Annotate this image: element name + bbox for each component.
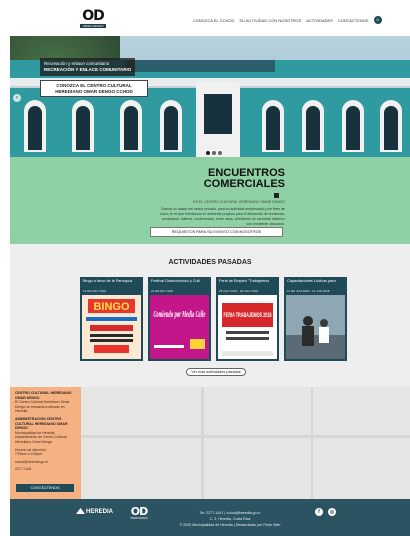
encuentros-description: Somos un aliado del sector privado, para… (160, 207, 285, 226)
hero-window (24, 100, 46, 152)
footer-copyright: © 2020 Municipalidad de Heredia | Desarr… (179, 523, 281, 527)
activities-title: ACTIVIDADES PASADAS (168, 259, 252, 266)
hero-caption-line2: RECREACIÓN Y ENLACE COMUNITARIO (44, 67, 132, 72)
footer-logo-subtitle: OMAR DENGO (130, 517, 148, 520)
main-nav: CONOZCA EL CCHOD SU ACTIVIDAD CON NOSOTR… (193, 16, 382, 24)
info-admin-text: Municipalidad de Heredia, Departamento d… (15, 430, 67, 444)
footer-logo-mark: OD (130, 505, 148, 518)
hero-cta-button[interactable]: CONOZCA EL CENTRO CULTURAL HEREDIANO OMA… (40, 80, 148, 97)
activity-card-feria[interactable]: Feria de Empleo "Trabajemos 25 AGO 2018 … (216, 277, 279, 361)
nav-badge[interactable]: 0 (373, 16, 382, 24)
location-map[interactable] (81, 387, 410, 499)
logo-mark: OD (82, 8, 105, 24)
hero-prev-arrow-icon[interactable]: ‹ (13, 94, 21, 102)
activity-card-date: 25 AGO 2018 - 26 AGO 2018 (219, 289, 259, 293)
nav-actividades[interactable]: ACTIVIDADES (306, 18, 333, 23)
activity-poster-feria: FERIA TRABAJEMOS 2018 (218, 295, 277, 359)
page: OD OMAR DENGO CONOZCA EL CCHOD SU ACTIVI… (10, 0, 410, 536)
hero-window (302, 100, 324, 152)
activity-card-title: Feria de Empleo "Trabajemos (219, 279, 270, 283)
site-logo[interactable]: OD OMAR DENGO (80, 9, 106, 31)
activity-card-date: 13 DE MAY 2018 (83, 289, 106, 293)
activity-card-capacitaciones[interactable]: Capacitaciones Lúdicas para 11 DE JUN 20… (284, 277, 347, 361)
map-road (81, 435, 410, 438)
hero-window (72, 100, 94, 152)
map-road (311, 387, 313, 499)
encuentros-subtitle: EN EL CENTRO CULTURAL HEREDIANO OMAR DEN… (193, 200, 285, 204)
footer-logo1-text: HEREDIA (86, 509, 114, 515)
hero-building-sign (125, 60, 275, 72)
hero-dot-2[interactable] (212, 151, 216, 155)
footer-logo-heredia[interactable]: HEREDIA (76, 508, 113, 515)
hero-caption: Recreación y enlace comunitario RECREACI… (40, 58, 136, 76)
encuentros-title: ENCUENTROS COMERCIALES (160, 168, 285, 190)
nav-conozca[interactable]: CONOZCA EL CCHOD (193, 18, 234, 23)
activity-card-date: 11 DE JUN 2018 - 12 JUN 2018 (287, 289, 330, 293)
encuentros-section: ENCUENTROS COMERCIALES EN EL CENTRO CULT… (10, 157, 410, 244)
site-footer: HEREDIA OD OMAR DENGO Tel: 2277-1441 | c… (10, 499, 410, 536)
activity-photo-capacitaciones (286, 295, 345, 359)
contact-button[interactable]: CONTÁCTENOS (16, 484, 74, 492)
footer-contact: Tel: 2277-1441 | cchod@heredia.go.cr (199, 511, 261, 515)
activity-card-date: 22 DE DIC 2018 (151, 289, 173, 293)
activity-poster-bingo: BINGO (82, 295, 141, 359)
encuentros-title-line2: COMERCIALES (203, 178, 285, 190)
info-line1: El Centro Cultural Herediano Omar Dengo … (15, 400, 70, 414)
hero-window (262, 100, 284, 152)
activity-card-title: Capacitaciones Lúdicas para (287, 279, 336, 283)
activity-card-festival[interactable]: Festival Gastronómico y Cult. 22 DE DIC … (148, 277, 211, 361)
more-activities-button[interactable]: Ver más actividades pasadas (186, 368, 246, 376)
hero-slider: Recreación y enlace comunitario RECREACI… (10, 36, 410, 157)
facebook-icon[interactable]: f (315, 508, 323, 516)
nav-su-actividad[interactable]: SU ACTIVIDAD CON NOSOTROS (239, 18, 301, 23)
hero-dot-3[interactable] (218, 151, 222, 155)
site-header: OD OMAR DENGO CONOZCA EL CCHOD SU ACTIVI… (10, 0, 410, 36)
hero-door (196, 82, 240, 157)
logo-subtitle: OMAR DENGO (80, 24, 106, 28)
activity-card-bingo[interactable]: Bingo a favor de la Parroquia 13 DE MAY … (80, 277, 143, 361)
info-panel: CENTRO CULTURAL HEREDIANO OMAR DENGO El … (10, 387, 81, 499)
info-admin-title: ADMINISTRACIÓN CENTRO CULTURAL HEREDIANO… (15, 416, 68, 431)
activity-poster-festival: Comiendo por Media Calle (150, 295, 209, 359)
poster-bingo-title: BINGO (93, 301, 130, 313)
info-phone[interactable]: 2277-1441 (15, 467, 76, 472)
activity-card-title: Bingo a favor de la Parroquia (83, 279, 133, 283)
hero-window (342, 100, 364, 152)
hero-pagination (206, 151, 224, 155)
instagram-icon[interactable]: ◎ (328, 508, 336, 516)
heredia-emblem-icon (76, 508, 85, 514)
nav-contactenos[interactable]: CONTÁCTENOS (338, 18, 369, 23)
hero-window (160, 100, 182, 152)
poster-feria-title: FERIA TRABAJEMOS 2018 (224, 313, 272, 319)
hero-dot-1[interactable] (206, 151, 210, 155)
activities-section: ACTIVIDADES PASADAS Bingo a favor de la … (10, 244, 410, 387)
footer-logo-od[interactable]: OD OMAR DENGO (128, 506, 150, 520)
activity-card-title: Festival Gastronómico y Cult. (151, 279, 201, 283)
requisitos-button[interactable]: REQUISITOS PARA SU EVENTO CON NOSOTROS (150, 227, 283, 237)
encuentros-marker-icon (274, 193, 279, 198)
poster-festival-title: Comiendo por Media Calle (154, 309, 206, 319)
map-road (201, 387, 204, 499)
footer-address: C. 3, Heredia, Costa Rica (209, 517, 251, 521)
info-title: CENTRO CULTURAL HEREDIANO OMAR DENGO (15, 391, 72, 400)
hero-window (120, 100, 142, 152)
hero-window (380, 100, 402, 152)
